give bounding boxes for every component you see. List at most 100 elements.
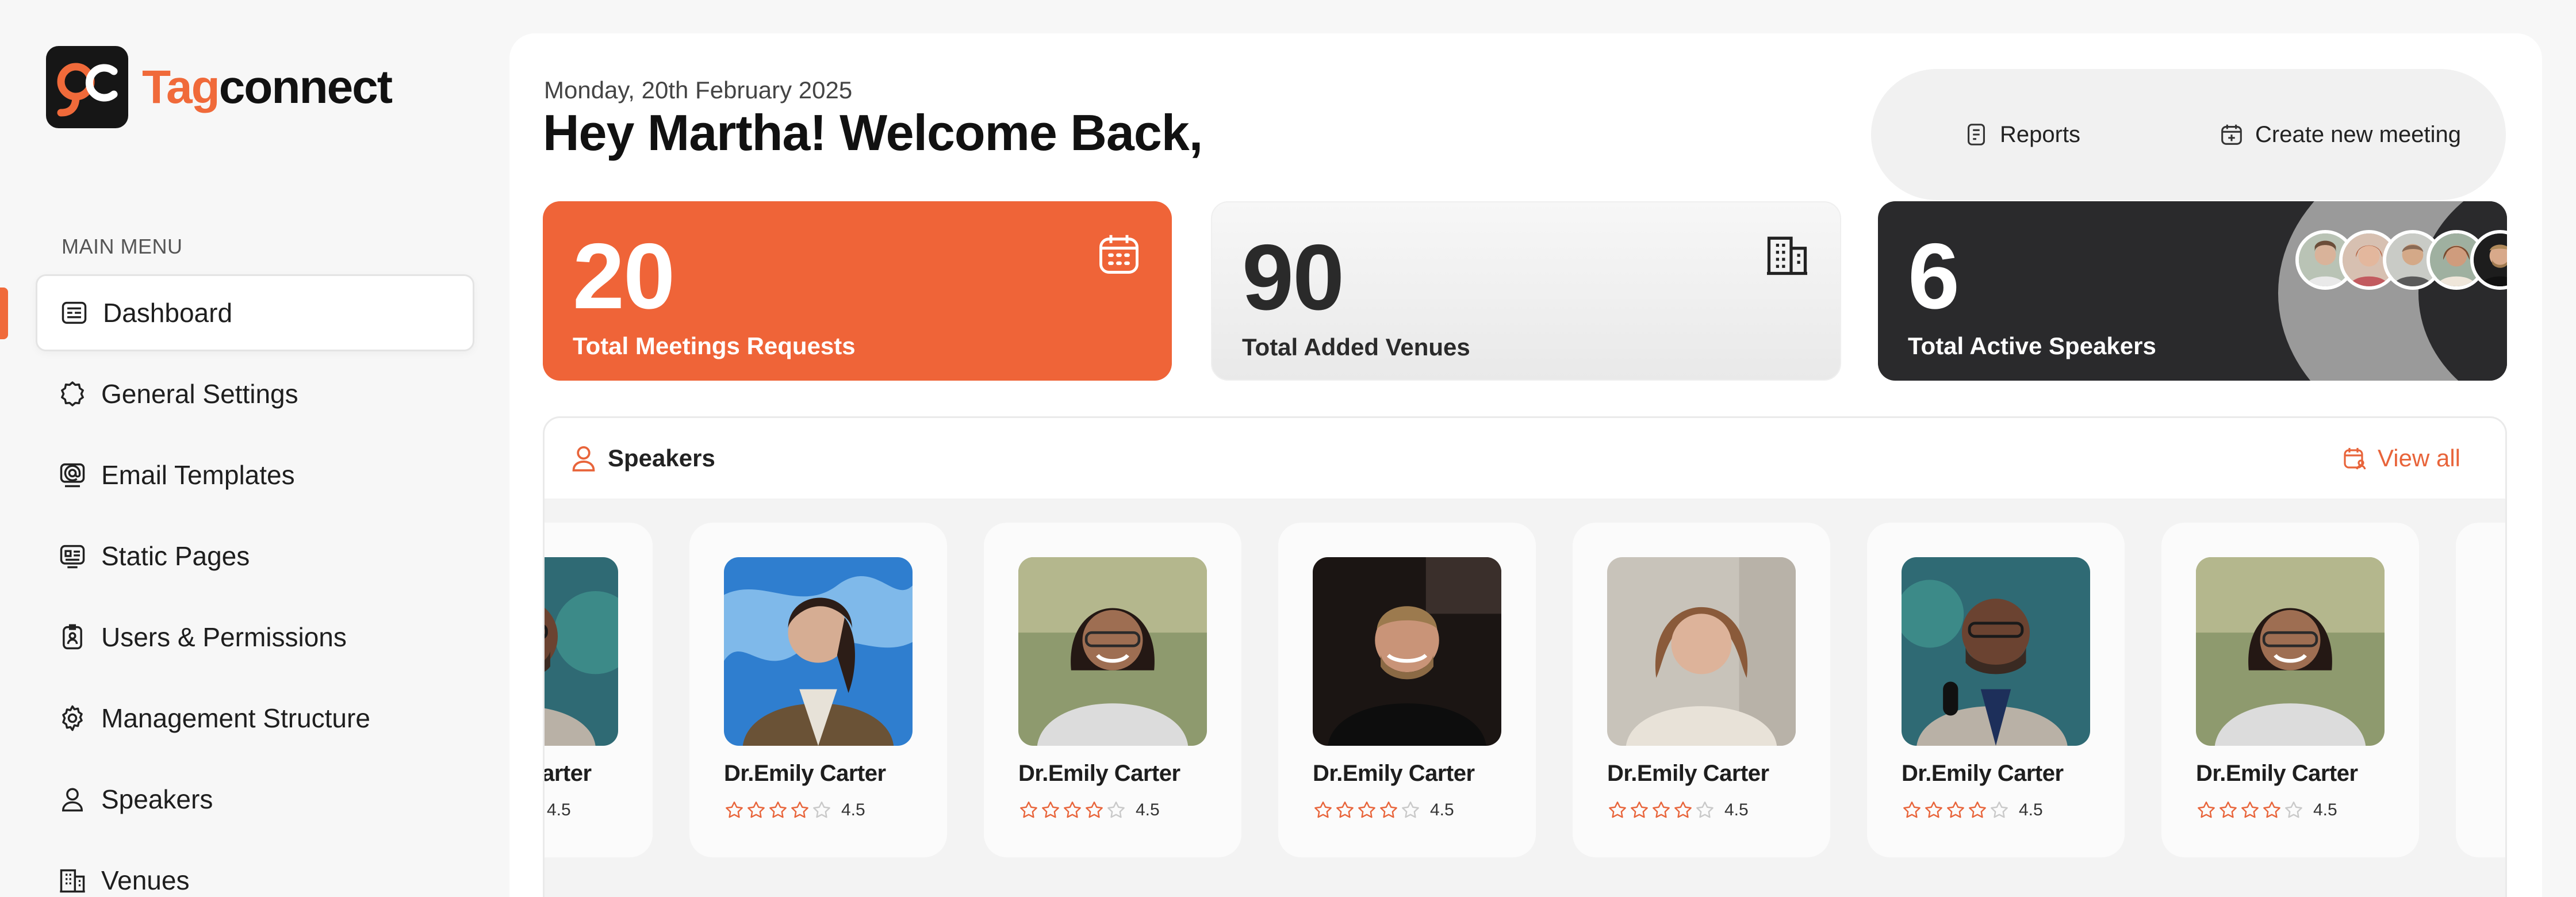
speaker-rating: 4.5	[1902, 800, 2043, 821]
star-icon	[2218, 800, 2238, 821]
speaker-card[interactable]: Dr.Emily Carter 4.5	[1573, 523, 1830, 857]
sidebar-item-static-pages[interactable]: Static Pages	[36, 518, 474, 595]
view-all-speakers-link[interactable]: View all	[2341, 418, 2460, 499]
speaker-avatars	[2295, 230, 2507, 290]
speaker-card[interactable]	[2456, 523, 2505, 857]
speaker-card[interactable]: Dr.Emily Carter 4.5	[543, 523, 653, 857]
meetings-label: Total Meetings Requests	[573, 332, 856, 359]
speaker-card[interactable]: Dr.Emily Carter 4.5	[2161, 523, 2419, 857]
star-icon	[1356, 800, 1377, 821]
rating-value: 4.5	[1430, 800, 1454, 819]
speaker-rating: 4.5	[1607, 800, 1749, 821]
star-icon	[1651, 800, 1672, 821]
speaker-card[interactable]: Dr.Emily Carter 4.5	[1278, 523, 1536, 857]
email-template-icon	[60, 463, 85, 488]
speaker-photo	[545, 557, 618, 746]
stat-card-meetings[interactable]: 20 Total Meetings Requests	[543, 201, 1172, 381]
sidebar: Tagconnect MAIN MENU Dashboard General S…	[0, 0, 506, 897]
create-meeting-button-label: Create new meeting	[2255, 121, 2461, 147]
speaker-name: Dr.Emily Carter	[724, 761, 886, 786]
star-icon	[1607, 800, 1628, 821]
star-icon	[1313, 800, 1333, 821]
sidebar-item-email-templates[interactable]: Email Templates	[36, 436, 474, 513]
brand-name: Tagconnect	[142, 60, 393, 113]
main-content: Monday, 20th February 2025 Hey Martha! W…	[509, 33, 2542, 897]
speaker-rating: 4.5	[724, 800, 865, 821]
gear-icon	[62, 705, 83, 731]
sidebar-item-label: General Settings	[101, 379, 298, 409]
stat-card-venues[interactable]: 90 Total Added Venues	[1211, 201, 1841, 381]
speaker-name: Dr.Emily Carter	[1313, 761, 1475, 786]
calendar-icon	[1099, 235, 1138, 274]
speakers-count: 6	[1908, 224, 1960, 328]
user-badge-icon	[63, 624, 82, 650]
sidebar-item-label: Users & Permissions	[101, 622, 347, 652]
star-icon	[2261, 800, 2282, 821]
building-icon	[60, 869, 85, 893]
star-icon	[1945, 800, 1966, 821]
star-icon	[1062, 800, 1083, 821]
rating-value: 4.5	[547, 800, 571, 819]
sidebar-item-label: Venues	[101, 865, 190, 895]
speakers-carousel[interactable]: Dr.Emily Carter 4.5 Dr.Emily Carter	[545, 499, 2505, 897]
sidebar-item-users-permissions[interactable]: Users & Permissions	[36, 599, 474, 676]
speaker-rating: 4.5	[545, 800, 571, 821]
brand-name-part1: Tag	[142, 60, 220, 113]
speaker-photo	[724, 557, 913, 746]
speaker-card[interactable]: Dr.Emily Carter 4.5	[689, 523, 947, 857]
welcome-heading: Hey Martha! Welcome Back,	[543, 104, 1203, 161]
logo-mark-icon	[46, 46, 128, 128]
speaker-card[interactable]: Dr.Emily Carter 4.5	[984, 523, 1241, 857]
sidebar-item-label: Speakers	[101, 784, 213, 814]
calendar-add-icon	[2221, 124, 2242, 145]
speaker-photo	[1018, 557, 1207, 746]
speaker-name: Dr.Emily Carter	[543, 761, 592, 786]
sidebar-item-general-settings[interactable]: General Settings	[36, 355, 474, 432]
dashboard-icon	[62, 301, 87, 324]
star-icon	[1018, 800, 1039, 821]
speaker-name: Dr.Emily Carter	[1902, 761, 2064, 786]
star-icon	[789, 800, 810, 821]
star-icon	[1629, 800, 1650, 821]
speaker-name: Dr.Emily Carter	[1607, 761, 1769, 786]
brand-logo[interactable]: Tagconnect	[46, 46, 393, 128]
brand-name-part2: connect	[218, 60, 393, 113]
speakers-panel: Speakers View all Dr.Emily Carter 4.5	[543, 416, 2507, 897]
current-date: Monday, 20th February 2025	[544, 76, 853, 103]
sidebar-item-label: Static Pages	[101, 541, 250, 571]
reports-button[interactable]: Reports	[1963, 69, 2080, 200]
speaker-photo	[1313, 557, 1501, 746]
speakers-label: Total Active Speakers	[1908, 332, 2156, 359]
calendar-user-icon	[2344, 448, 2366, 470]
sidebar-item-speakers[interactable]: Speakers	[36, 761, 474, 838]
settings-badge-icon	[61, 381, 84, 407]
rating-stars	[724, 800, 833, 821]
sidebar-item-label: Dashboard	[103, 298, 233, 328]
sidebar-item-label: Management Structure	[101, 703, 370, 733]
star-empty-icon	[811, 800, 832, 821]
speaker-rating: 4.5	[1018, 800, 1160, 821]
star-icon	[1040, 800, 1061, 821]
star-icon	[2196, 800, 2217, 821]
venues-count: 90	[1242, 225, 1344, 329]
active-nav-marker	[0, 288, 8, 339]
create-meeting-button[interactable]: Create new meeting	[2218, 69, 2461, 200]
speakers-panel-header: Speakers View all	[545, 418, 2505, 499]
speaker-card[interactable]: Dr.Emily Carter 4.5	[1867, 523, 2125, 857]
star-empty-icon	[2283, 800, 2304, 821]
speaker-name: Dr.Emily Carter	[2196, 761, 2358, 786]
sidebar-item-dashboard[interactable]: Dashboard	[36, 274, 474, 351]
main-menu-title: MAIN MENU	[62, 235, 183, 258]
rating-stars	[1313, 800, 1422, 821]
rating-stars	[1018, 800, 1128, 821]
header-actions: Reports Create new meeting	[1871, 69, 2506, 200]
sidebar-item-venues[interactable]: Venues	[36, 842, 474, 897]
star-empty-icon	[1106, 800, 1126, 821]
sidebar-item-management-structure[interactable]: Management Structure	[36, 680, 474, 757]
star-icon	[1673, 800, 1693, 821]
venues-label: Total Added Venues	[1242, 334, 1470, 361]
star-icon	[1902, 800, 1922, 821]
speaker-name: Dr.Emily Carter	[1018, 761, 1180, 786]
meetings-count: 20	[573, 224, 675, 328]
stat-card-speakers[interactable]: 6 Total Active Speakers	[1878, 201, 2507, 381]
